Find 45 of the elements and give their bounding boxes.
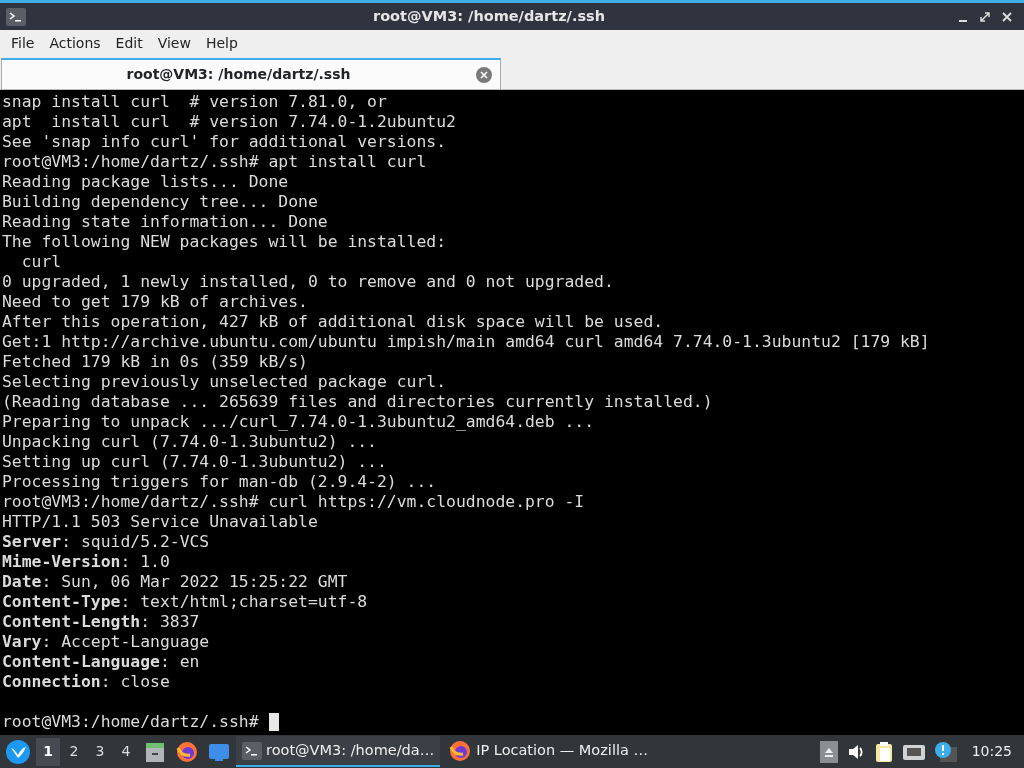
terminal-line: Preparing to unpack .../curl_7.74.0-1.3ubuntu2_amd64.deb ... <box>2 412 596 432</box>
terminal-line: Need to get 179 kB of archives. <box>2 292 309 312</box>
terminal-line: The following NEW packages will be installed: <box>2 232 448 252</box>
menu-item[interactable]: File <box>3 31 42 56</box>
terminal-line: Reading state information... Done <box>2 212 329 232</box>
window-title: root@VM3: /home/dartz/.ssh <box>372 6 606 26</box>
terminal-line: Vary: Accept-Language <box>2 632 211 652</box>
terminal-line: Date: Sun, 06 Mar 2022 15:25:22 GMT <box>2 572 349 592</box>
terminal-line: Content-Type: text/html;charset=utf-8 <box>2 592 369 612</box>
terminal-line: See 'snap info curl' for additional versions. <box>2 132 448 152</box>
menu-item[interactable]: Help <box>197 31 245 56</box>
terminal-line: Server: squid/5.2-VCS <box>2 532 211 552</box>
terminal-line: After this operation, 427 kB of additional disk space will be used. <box>2 312 665 332</box>
terminal-line: root@VM3:/home/dartz/.ssh# curl https://vm.cloudnode.pro -I <box>2 492 586 512</box>
menu-item[interactable]: Actions <box>41 31 108 56</box>
menu-item[interactable]: Edit <box>107 31 150 56</box>
terminal-line: Content-Language: en <box>2 652 201 672</box>
clock: 10:25 <box>971 742 1012 761</box>
terminal-line: Get:1 http://archive.ubuntu.com/ubuntu impish/main amd64 curl amd64 7.74.0-1.3ubuntu2 [179 kB] <box>2 332 931 352</box>
terminal-prompt: root@VM3:/home/dartz/.ssh# <box>2 712 259 732</box>
desktop-switcher[interactable]: 1 <box>36 737 60 766</box>
taskbar-task[interactable]: root@VM3: /home/da… <box>236 736 441 767</box>
terminal-line: Content-Length: 3837 <box>2 612 201 632</box>
terminal-line: root@VM3:/home/dartz/.ssh# apt install curl <box>2 152 428 172</box>
desktop-switcher[interactable]: 3 <box>88 737 112 766</box>
terminal-tab[interactable]: root@VM3: /home/dartz/.ssh <box>1 58 501 89</box>
terminal-line: Building dependency tree... Done <box>2 192 319 212</box>
desktop-switcher[interactable]: 2 <box>62 737 86 766</box>
terminal-line: Unpacking curl (7.74.0-1.3ubuntu2) ... <box>2 432 378 452</box>
terminal-line: Setting up curl (7.74.0-1.3ubuntu2) ... <box>2 452 388 472</box>
terminal-line: apt install curl # version 7.74.0-1.2ubuntu2 <box>2 112 457 132</box>
terminal-line: curl <box>20 252 63 272</box>
terminal-line: Reading package lists... Done <box>2 172 290 192</box>
desktop-switcher[interactable]: 4 <box>114 737 138 766</box>
terminal-line: snap install curl # version 7.81.0, or <box>2 92 388 112</box>
terminal-line: 0 upgraded, 1 newly installed, 0 to remove and 0 not upgraded. <box>2 272 615 292</box>
terminal-line: Connection: close <box>2 672 171 692</box>
terminal-line: Selecting previously unselected package curl. <box>2 372 448 392</box>
terminal-line: Fetched 179 kB in 0s (359 kB/s) <box>2 352 309 372</box>
terminal-line: (Reading database ... 265639 files and directories currently installed.) <box>2 392 714 412</box>
taskbar-task[interactable]: IP Location — Mozilla … <box>442 736 654 767</box>
menu-item[interactable]: View <box>149 31 198 56</box>
terminal-line: Mime-Version: 1.0 <box>2 552 171 572</box>
terminal-line: Processing triggers for man-db (2.9.4-2) ... <box>2 472 438 492</box>
terminal-line: HTTP/1.1 503 Service Unavailable <box>2 512 319 532</box>
